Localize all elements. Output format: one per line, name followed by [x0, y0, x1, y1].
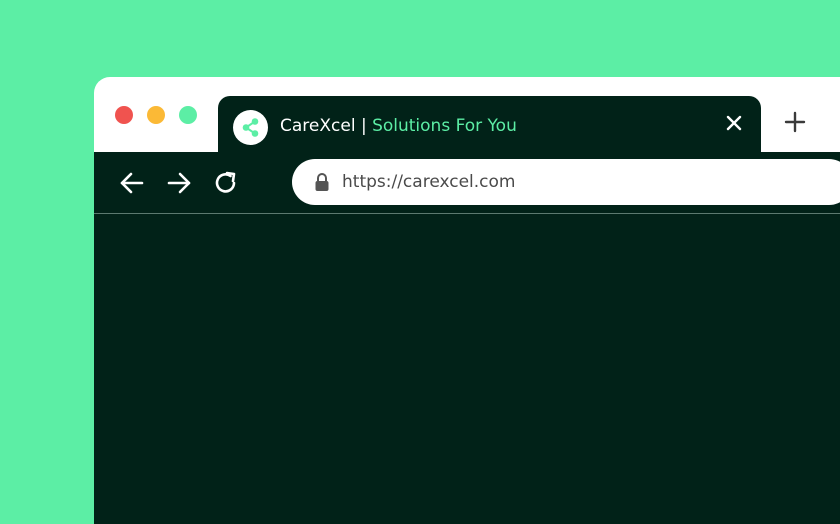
arrow-left-icon[interactable]	[118, 169, 146, 197]
window-close-button[interactable]	[115, 106, 133, 124]
browser-toolbar: https://carexcel.com	[94, 152, 840, 214]
tab-title-brand: CareXcel |	[280, 116, 367, 136]
tab-title: CareXcel | Solutions For You	[280, 116, 517, 136]
window-maximize-button[interactable]	[179, 106, 197, 124]
browser-tab-active[interactable]: CareXcel | Solutions For You	[218, 96, 761, 156]
tab-title-tagline: Solutions For You	[372, 116, 517, 136]
url-text[interactable]: https://carexcel.com	[342, 172, 515, 192]
page-content-area	[94, 214, 840, 524]
browser-window: CareXcel | Solutions For You https://car…	[94, 77, 840, 524]
reload-icon[interactable]	[212, 169, 240, 197]
window-minimize-button[interactable]	[147, 106, 165, 124]
plus-icon[interactable]	[783, 110, 807, 134]
address-bar[interactable]: https://carexcel.com	[292, 159, 840, 205]
close-icon[interactable]	[723, 112, 745, 134]
arrow-right-icon[interactable]	[165, 169, 193, 197]
lock-icon	[314, 172, 330, 192]
share-nodes-icon	[233, 110, 268, 145]
